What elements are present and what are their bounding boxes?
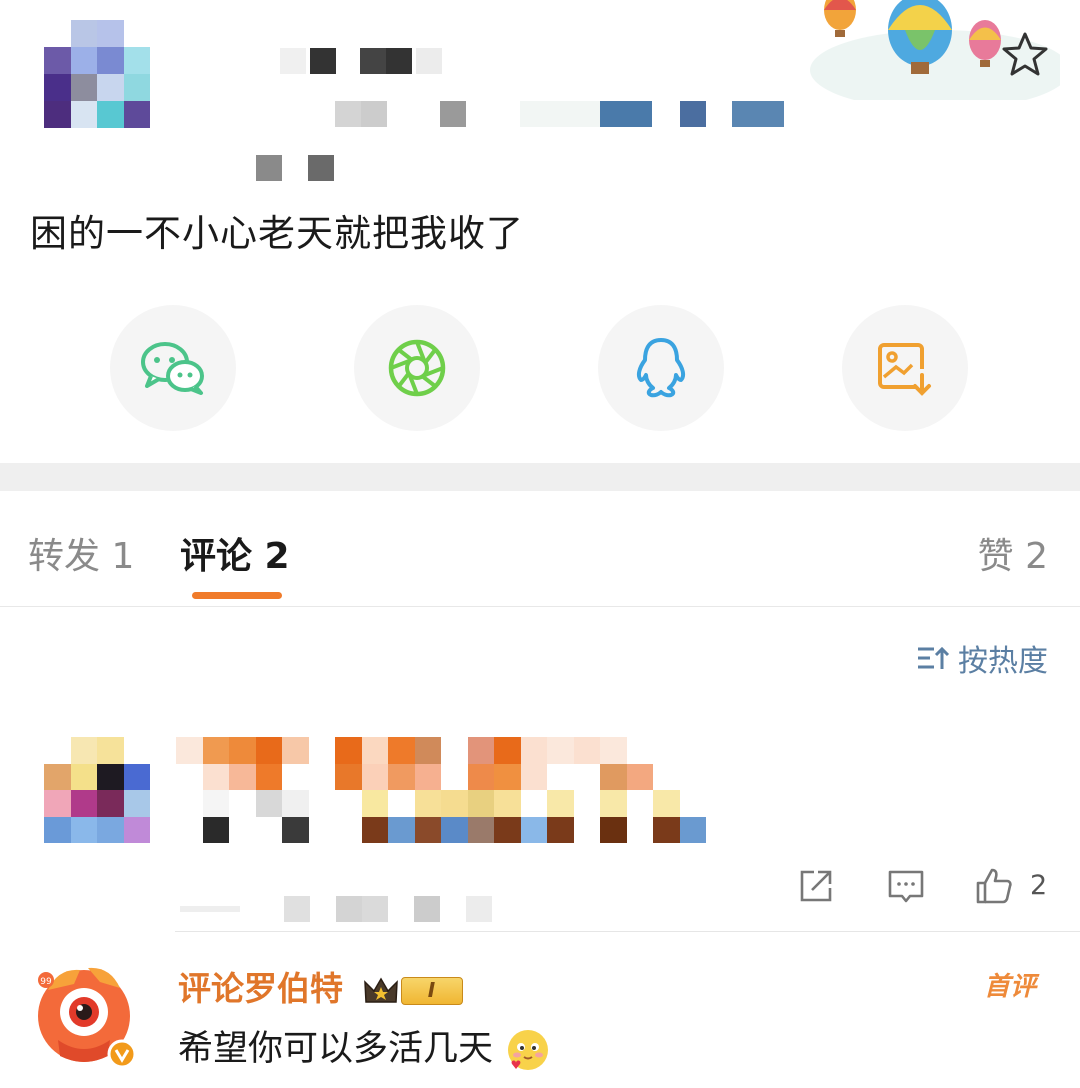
crown-badge-icon: I [363, 976, 463, 1006]
moments-icon [388, 339, 446, 397]
svg-text:99: 99 [40, 977, 52, 987]
tabs-divider [0, 606, 1080, 607]
post-text: 困的一不小心老天就把我收了 [30, 212, 524, 255]
star-outline-icon[interactable] [1000, 30, 1050, 80]
comment-icon[interactable] [886, 866, 926, 906]
wechat-icon [141, 342, 204, 395]
bot-username-text: 评论罗伯特 [178, 969, 343, 1008]
share-wechat-button[interactable] [110, 305, 236, 431]
first-comment-badge: 首评 [984, 972, 1037, 1002]
thumb-up-icon[interactable] [974, 866, 1014, 906]
sort-button[interactable]: 按热度 [916, 636, 1048, 680]
tab-comment[interactable]: 评论 2 [180, 527, 290, 579]
post-source-redacted [180, 155, 340, 181]
sort-icon [918, 646, 950, 669]
tab-like[interactable]: 赞 2 [978, 527, 1048, 579]
comment-like-count: 2 [1030, 870, 1048, 901]
save-image-button[interactable] [842, 305, 968, 431]
commenter-avatar[interactable] [44, 737, 150, 843]
qq-icon [636, 338, 686, 398]
sort-label: 按热度 [958, 644, 1048, 679]
bot-username[interactable]: 评论罗伯特 I [178, 962, 463, 1010]
comment-content-redacted [176, 737, 706, 843]
share-qq-button[interactable] [598, 305, 724, 431]
bot-comment-text: 希望你可以多活几天 [178, 1020, 552, 1074]
bot-avatar[interactable]: 99 [28, 960, 146, 1078]
author-name-redacted[interactable] [180, 48, 442, 74]
author-avatar[interactable] [44, 20, 150, 128]
share-moments-button[interactable] [354, 305, 480, 431]
reply-divider [175, 931, 1080, 932]
author-meta-redacted [180, 101, 800, 127]
blush-emoji-icon [508, 1030, 549, 1070]
share-icon[interactable] [796, 866, 836, 906]
active-tab-indicator [192, 592, 282, 599]
bot-comment-text-content: 希望你可以多活几天 [178, 1029, 494, 1069]
section-divider [0, 463, 1080, 491]
save-image-icon [878, 343, 931, 396]
comment-time-redacted [180, 896, 500, 922]
level-badge: I [400, 976, 463, 1005]
tab-repost[interactable]: 转发 1 [28, 527, 134, 579]
